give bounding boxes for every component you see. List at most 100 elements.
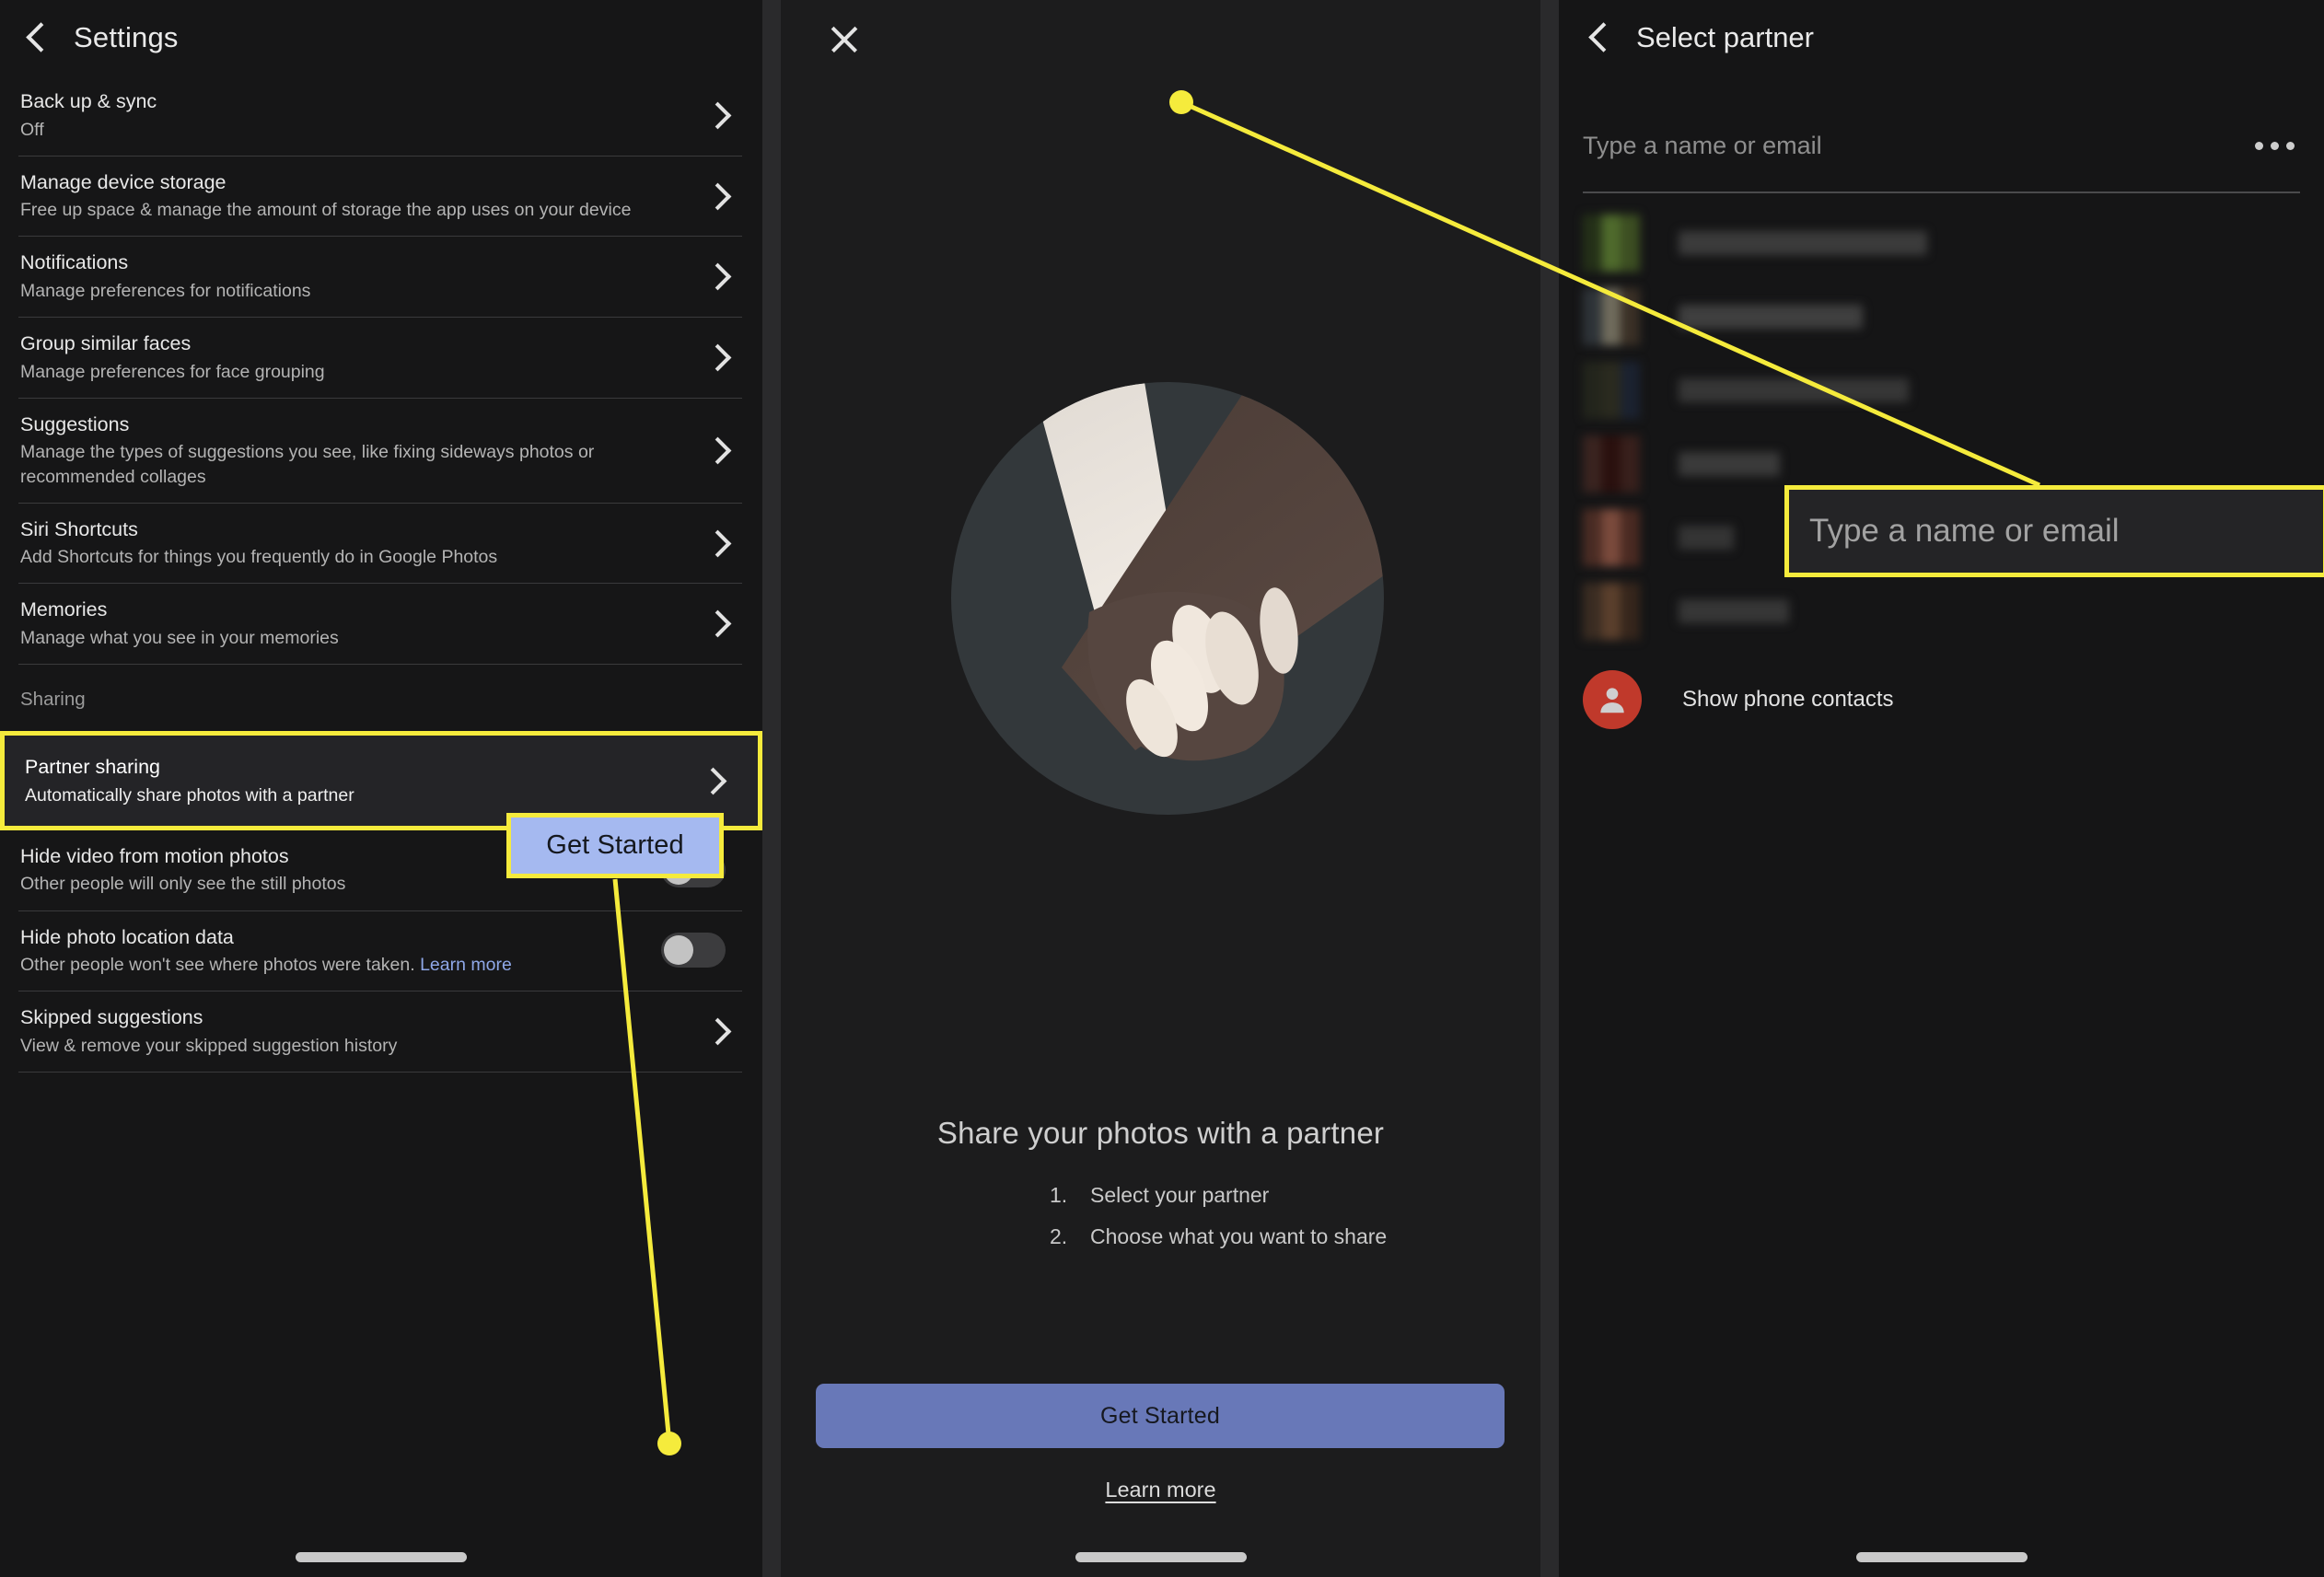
item-subtitle: Free up space & manage the amount of sto… <box>20 200 632 221</box>
list-item[interactable] <box>1559 354 2324 427</box>
item-subtitle: Add Shortcuts for things you frequently … <box>20 547 498 568</box>
list-item[interactable] <box>1559 574 2324 648</box>
sidebar-item-notifications[interactable]: Notifications Manage preferences for not… <box>0 237 762 317</box>
step-number: 2. <box>1050 1224 1068 1248</box>
avatar <box>1583 509 1640 566</box>
home-indicator <box>1075 1552 1247 1562</box>
page-title: Settings <box>74 21 179 53</box>
sidebar-item-group-similar-faces[interactable]: Group similar faces Manage preferences f… <box>0 318 762 398</box>
home-indicator <box>296 1552 467 1562</box>
select-partner-panel: Select partner Type a name or email Show… <box>1559 0 2324 1577</box>
show-phone-contacts-label: Show phone contacts <box>1682 687 1894 712</box>
settings-list: Back up & sync Off Manage device storage… <box>0 75 762 1073</box>
setting-hide-photo-location-data[interactable]: Hide photo location data Other people wo… <box>0 911 762 991</box>
avatar <box>1583 583 1640 640</box>
chevron-right-icon <box>707 347 727 367</box>
list-item[interactable] <box>1559 206 2324 280</box>
item-title: Siri Shortcuts <box>20 517 138 540</box>
close-icon[interactable] <box>825 20 864 59</box>
item-title: Skipped suggestions <box>20 1006 203 1029</box>
item-title: Suggestions <box>20 412 130 435</box>
sidebar-item-skipped-suggestions[interactable]: Skipped suggestions View & remove your s… <box>0 991 762 1072</box>
item-title: Hide photo location data <box>20 925 234 948</box>
section-header-sharing: Sharing <box>20 689 86 711</box>
list-item[interactable] <box>1559 280 2324 354</box>
chevron-right-icon <box>703 771 723 791</box>
avatar <box>1583 215 1640 272</box>
chevron-right-icon <box>707 186 727 206</box>
chevron-right-icon <box>707 105 727 125</box>
sidebar-item-backup-sync[interactable]: Back up & sync Off <box>0 75 762 156</box>
person-icon <box>1583 670 1642 729</box>
get-started-button[interactable]: Get Started <box>816 1384 1505 1448</box>
avatar <box>1583 435 1640 493</box>
avatar <box>1583 362 1640 419</box>
intro-heading: Share your photos with a partner <box>936 1116 1385 1150</box>
avatar <box>1583 288 1640 345</box>
item-title: Notifications <box>20 251 129 274</box>
search-input[interactable]: Type a name or email <box>1583 132 1822 160</box>
sidebar-item-memories[interactable]: Memories Manage what you see in your mem… <box>0 584 762 664</box>
step-text: Select your partner <box>1090 1183 1270 1207</box>
divider <box>18 1072 742 1073</box>
learn-more-link[interactable]: Learn more <box>420 955 512 975</box>
item-subtitle: Manage preferences for notifications <box>20 281 311 302</box>
settings-header: Settings <box>0 0 762 75</box>
item-subtitle: View & remove your skipped suggestion hi… <box>20 1035 398 1056</box>
get-started-callout: Get Started <box>506 813 724 878</box>
partner-sharing-intro-panel: Share your photos with a partner 1. Sele… <box>781 0 1540 1577</box>
contact-name <box>1679 231 1927 255</box>
item-title: Hide video from motion photos <box>20 844 289 867</box>
item-subtitle: Off <box>20 119 44 140</box>
screenshot-stage: Settings Back up & sync Off Manage devic… <box>0 0 2324 1577</box>
item-title: Partner sharing <box>25 756 160 779</box>
item-subtitle: Manage the types of suggestions you see,… <box>20 442 595 487</box>
step-item: 1. Select your partner <box>781 1183 1540 1208</box>
intro-steps: 1. Select your partner 2. Choose what yo… <box>781 1183 1540 1266</box>
item-subtitle: Manage what you see in your memories <box>20 628 339 649</box>
hands-svg <box>1025 382 1384 761</box>
blurred-contacts-list <box>1559 193 2324 648</box>
panel-divider <box>762 0 781 1577</box>
back-chevron-icon[interactable] <box>20 22 52 53</box>
chevron-right-icon <box>707 613 727 633</box>
sidebar-item-suggestions[interactable]: Suggestions Manage the types of suggesti… <box>0 399 762 503</box>
item-subtitle-text: Other people won't see where photos were… <box>20 955 421 976</box>
sidebar-item-siri-shortcuts[interactable]: Siri Shortcuts Add Shortcuts for things … <box>0 504 762 584</box>
chevron-right-icon <box>707 266 727 286</box>
holding-hands-illustration <box>951 382 1384 815</box>
item-subtitle: Manage preferences for face grouping <box>20 361 325 382</box>
illustration-circle <box>951 382 1384 815</box>
sidebar-item-manage-device-storage[interactable]: Manage device storage Free up space & ma… <box>0 157 762 237</box>
page-title: Select partner <box>1636 21 1814 53</box>
item-subtitle: Automatically share photos with a partne… <box>25 784 354 806</box>
contact-name <box>1679 378 1909 402</box>
contact-name <box>1679 305 1863 329</box>
item-subtitle: Other people will only see the still pho… <box>20 874 346 895</box>
more-options-icon[interactable] <box>2255 141 2295 150</box>
step-text: Choose what you want to share <box>1090 1224 1388 1248</box>
learn-more-link[interactable]: Learn more <box>781 1478 1540 1502</box>
contact-name <box>1679 526 1734 550</box>
chevron-right-icon <box>707 533 727 553</box>
show-phone-contacts-row[interactable]: Show phone contacts <box>1559 657 2324 742</box>
home-indicator <box>1855 1552 2028 1562</box>
item-title: Manage device storage <box>20 170 227 193</box>
contact-name <box>1679 452 1780 476</box>
step-number: 1. <box>1050 1183 1068 1207</box>
panel-divider <box>1540 0 1559 1577</box>
item-title: Group similar faces <box>20 332 192 355</box>
select-partner-header: Select partner <box>1559 0 2324 75</box>
back-chevron-icon[interactable] <box>1583 22 1614 53</box>
item-title: Back up & sync <box>20 90 157 112</box>
settings-panel: Settings Back up & sync Off Manage devic… <box>0 0 762 1577</box>
chevron-right-icon <box>707 440 727 460</box>
item-subtitle: Other people won't see where photos were… <box>20 953 512 977</box>
person-glyph <box>1600 688 1624 713</box>
toggle-hide-location[interactable] <box>661 933 726 968</box>
item-title: Memories <box>20 598 108 621</box>
partner-search-row[interactable]: Type a name or email <box>1559 112 2324 179</box>
contact-name <box>1679 599 1789 623</box>
chevron-right-icon <box>707 1021 727 1041</box>
type-a-name-callout: Type a name or email <box>1784 485 2324 577</box>
